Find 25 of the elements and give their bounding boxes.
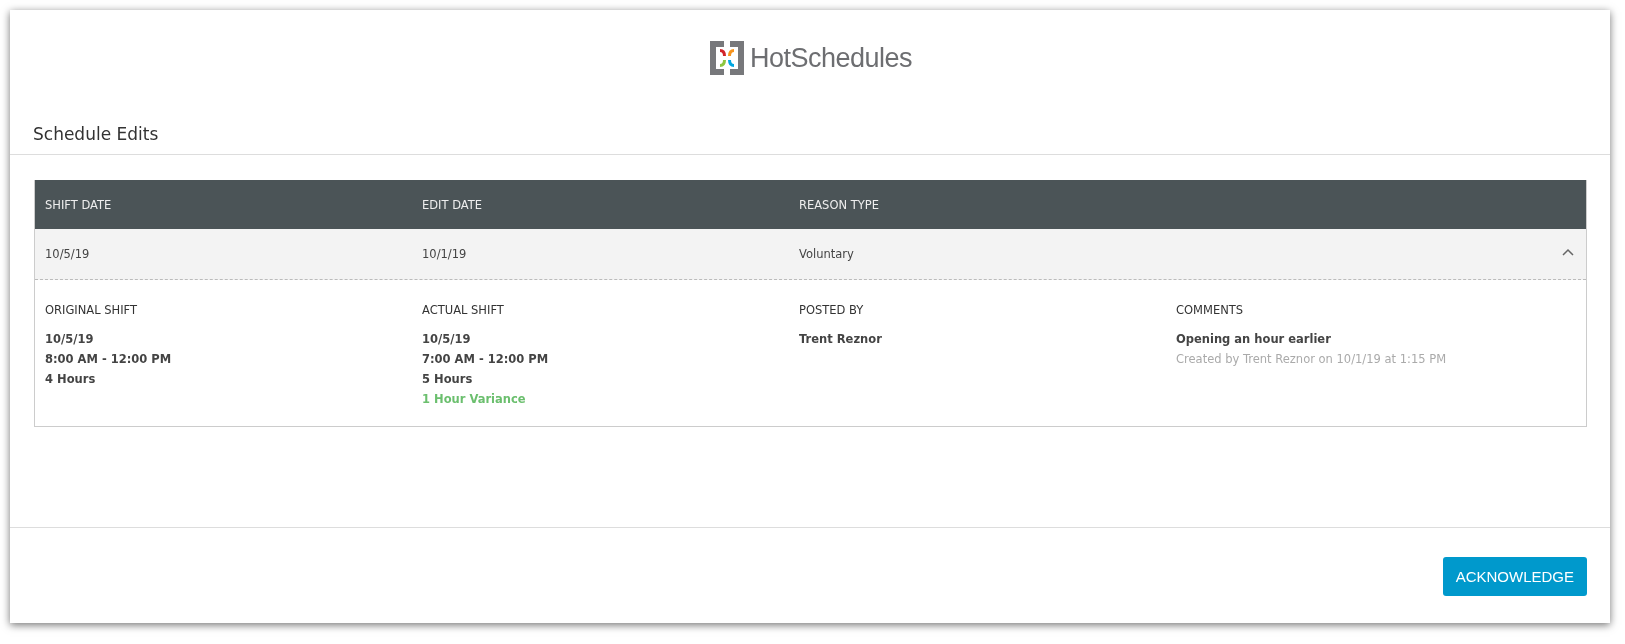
- table-cell-text: Voluntary: [799, 247, 855, 261]
- detail-heading: ORIGINAL SHIFT: [45, 303, 139, 317]
- created-note: Created by Trent Reznor on 10/1/19 at 1:15 PM: [1176, 352, 1448, 366]
- column-header: SHIFT DATE: [45, 197, 113, 212]
- detail-text: Trent Reznor: [799, 332, 883, 346]
- detail-text: 7:00 AM - 12:00 PM: [422, 352, 550, 366]
- table-cell-text: 10/1/19: [422, 247, 468, 261]
- detail-text: 10/5/19: [422, 332, 472, 346]
- detail-text: 8:00 AM - 12:00 PM: [45, 352, 173, 366]
- detail-heading: POSTED BY: [799, 303, 865, 317]
- detail-text: 10/5/19: [45, 332, 95, 346]
- section-title: Schedule Edits: [10, 124, 1610, 155]
- column-header: REASON TYPE: [799, 197, 880, 212]
- detail-heading: ACTUAL SHIFT: [422, 303, 505, 317]
- detail-text: Opening an hour earlier: [1176, 332, 1332, 346]
- logo-text: HotSchedules: [749, 42, 913, 74]
- chevron-up-icon[interactable]: [1562, 248, 1574, 256]
- logo-icon: [707, 39, 746, 77]
- table-cell-text: 10/5/19: [45, 247, 91, 261]
- detail-text: 5 Hours: [422, 372, 474, 386]
- detail-heading: COMMENTS: [1176, 303, 1245, 317]
- column-header: EDIT DATE: [422, 197, 484, 212]
- variance-text: 1 Hour Variance: [422, 392, 527, 406]
- table-row[interactable]: 10/5/19 10/1/19 Voluntary: [35, 229, 1586, 280]
- detail-text: 4 Hours: [45, 372, 97, 386]
